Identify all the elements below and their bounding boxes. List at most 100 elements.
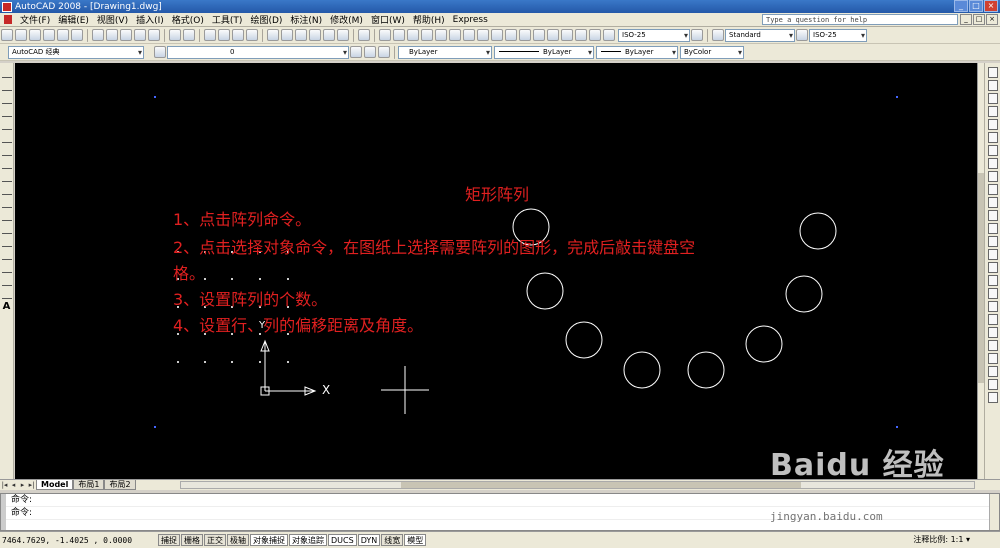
- document-icon[interactable]: [4, 15, 12, 24]
- new-icon[interactable]: [1, 29, 13, 41]
- menu-dimension[interactable]: 标注(N): [286, 13, 326, 26]
- lineweight-toggle[interactable]: 线宽: [381, 534, 404, 546]
- break-at-point-icon[interactable]: [987, 210, 998, 221]
- paste-icon[interactable]: [120, 29, 132, 41]
- command-window-grip[interactable]: [1, 494, 6, 530]
- hatch-icon[interactable]: [1, 249, 12, 260]
- dim-edit-icon[interactable]: [575, 29, 587, 41]
- copy-icon[interactable]: [106, 29, 118, 41]
- calculator-icon[interactable]: [337, 29, 349, 41]
- layer-states-icon[interactable]: [378, 46, 390, 58]
- array-circle[interactable]: [745, 325, 783, 363]
- match-properties-icon[interactable]: [134, 29, 146, 41]
- menu-modify[interactable]: 修改(M): [326, 13, 367, 26]
- make-block-icon[interactable]: [1, 223, 12, 234]
- rotate-icon[interactable]: [987, 145, 998, 156]
- text-style-select[interactable]: Standard: [725, 28, 795, 42]
- insert-block-icon[interactable]: [1, 210, 12, 221]
- plot-icon[interactable]: [43, 29, 55, 41]
- menu-view[interactable]: 视图(V): [93, 13, 132, 26]
- first-tab-icon[interactable]: |◂: [0, 481, 9, 489]
- tab-layout1[interactable]: 布局1: [73, 480, 105, 490]
- point-icon[interactable]: [1, 236, 12, 247]
- menu-window[interactable]: 窗口(W): [367, 13, 409, 26]
- tolerance-icon[interactable]: [547, 29, 559, 41]
- ellipse-arc-icon[interactable]: [1, 197, 12, 208]
- save-icon[interactable]: [29, 29, 41, 41]
- copy-object-icon[interactable]: [987, 80, 998, 91]
- snap-toggle[interactable]: 捕捉: [158, 534, 180, 546]
- arc-icon[interactable]: [1, 132, 12, 143]
- horizontal-scroll-thumb[interactable]: [401, 482, 801, 488]
- construction-line-icon[interactable]: [1, 80, 12, 91]
- publish-icon[interactable]: [71, 29, 83, 41]
- linetype-select[interactable]: ByLayer: [494, 45, 594, 59]
- snap-quadrant-icon[interactable]: [987, 366, 998, 377]
- break-icon[interactable]: [987, 223, 998, 234]
- menu-format[interactable]: 格式(O): [168, 13, 208, 26]
- lineweight-select[interactable]: ByLayer: [596, 45, 678, 59]
- annotation-scale[interactable]: 注释比例: 1:1 ▾: [913, 534, 970, 545]
- cut-icon[interactable]: [92, 29, 104, 41]
- region-icon[interactable]: [1, 275, 12, 286]
- polygon-icon[interactable]: [1, 106, 12, 117]
- gradient-icon[interactable]: [1, 262, 12, 273]
- array-circle[interactable]: [565, 321, 603, 359]
- snap-tangent-icon[interactable]: [987, 379, 998, 390]
- array-circle[interactable]: [526, 272, 564, 310]
- draw-order-icon[interactable]: [987, 288, 998, 299]
- ordinate-dim-icon[interactable]: [421, 29, 433, 41]
- scale-icon[interactable]: [987, 158, 998, 169]
- plot-preview-icon[interactable]: [57, 29, 69, 41]
- line-icon[interactable]: [1, 67, 12, 78]
- dim-update-icon[interactable]: [603, 29, 615, 41]
- arc-length-icon[interactable]: [407, 29, 419, 41]
- join-icon[interactable]: [987, 236, 998, 247]
- mirror-icon[interactable]: [987, 93, 998, 104]
- zoom-previous-icon[interactable]: [246, 29, 258, 41]
- stretch-icon[interactable]: [987, 171, 998, 182]
- array-icon[interactable]: [987, 119, 998, 130]
- maximize-button[interactable]: □: [969, 0, 983, 12]
- circle-icon[interactable]: [1, 145, 12, 156]
- move-icon[interactable]: [987, 132, 998, 143]
- otrack-toggle[interactable]: 对象追踪: [289, 534, 327, 546]
- ortho-toggle[interactable]: 正交: [204, 534, 226, 546]
- tool-palettes-icon[interactable]: [295, 29, 307, 41]
- color-select[interactable]: ByLayer: [398, 45, 492, 59]
- tab-layout2[interactable]: 布局2: [104, 480, 136, 490]
- plot-style-select[interactable]: ByColor: [680, 45, 744, 59]
- multiline-text-icon[interactable]: A: [3, 301, 11, 312]
- array-circle[interactable]: [687, 351, 725, 389]
- open-icon[interactable]: [15, 29, 27, 41]
- offset-icon[interactable]: [987, 106, 998, 117]
- text-style-icon[interactable]: [712, 29, 724, 41]
- table-icon[interactable]: [1, 288, 12, 299]
- block-editor-icon[interactable]: [148, 29, 160, 41]
- menu-file[interactable]: 文件(F): [16, 13, 54, 26]
- last-tab-icon[interactable]: ▸|: [27, 481, 36, 489]
- design-center-icon[interactable]: [281, 29, 293, 41]
- menu-insert[interactable]: 插入(I): [132, 13, 168, 26]
- spline-icon[interactable]: [1, 171, 12, 182]
- erase-icon[interactable]: [987, 67, 998, 78]
- menu-tools[interactable]: 工具(T): [208, 13, 247, 26]
- properties-icon[interactable]: [267, 29, 279, 41]
- revision-cloud-icon[interactable]: [1, 158, 12, 169]
- quick-dim-icon[interactable]: [491, 29, 503, 41]
- polar-toggle[interactable]: 极轴: [227, 534, 249, 546]
- zoom-window-icon[interactable]: [232, 29, 244, 41]
- explode-icon[interactable]: [987, 275, 998, 286]
- doc-close-button[interactable]: ×: [986, 14, 998, 25]
- doc-minimize-button[interactable]: _: [960, 14, 972, 25]
- snap-endpoint-icon[interactable]: [987, 314, 998, 325]
- menu-draw[interactable]: 绘图(D): [246, 13, 286, 26]
- layer-manager-icon[interactable]: [154, 46, 166, 58]
- array-circle[interactable]: [785, 275, 823, 313]
- rectangle-icon[interactable]: [1, 119, 12, 130]
- markup-icon[interactable]: [323, 29, 335, 41]
- array-circle[interactable]: [623, 351, 661, 389]
- help-search-input[interactable]: Type a question for help: [762, 14, 958, 25]
- minimize-button[interactable]: _: [954, 0, 968, 12]
- model-toggle[interactable]: 模型: [404, 534, 427, 546]
